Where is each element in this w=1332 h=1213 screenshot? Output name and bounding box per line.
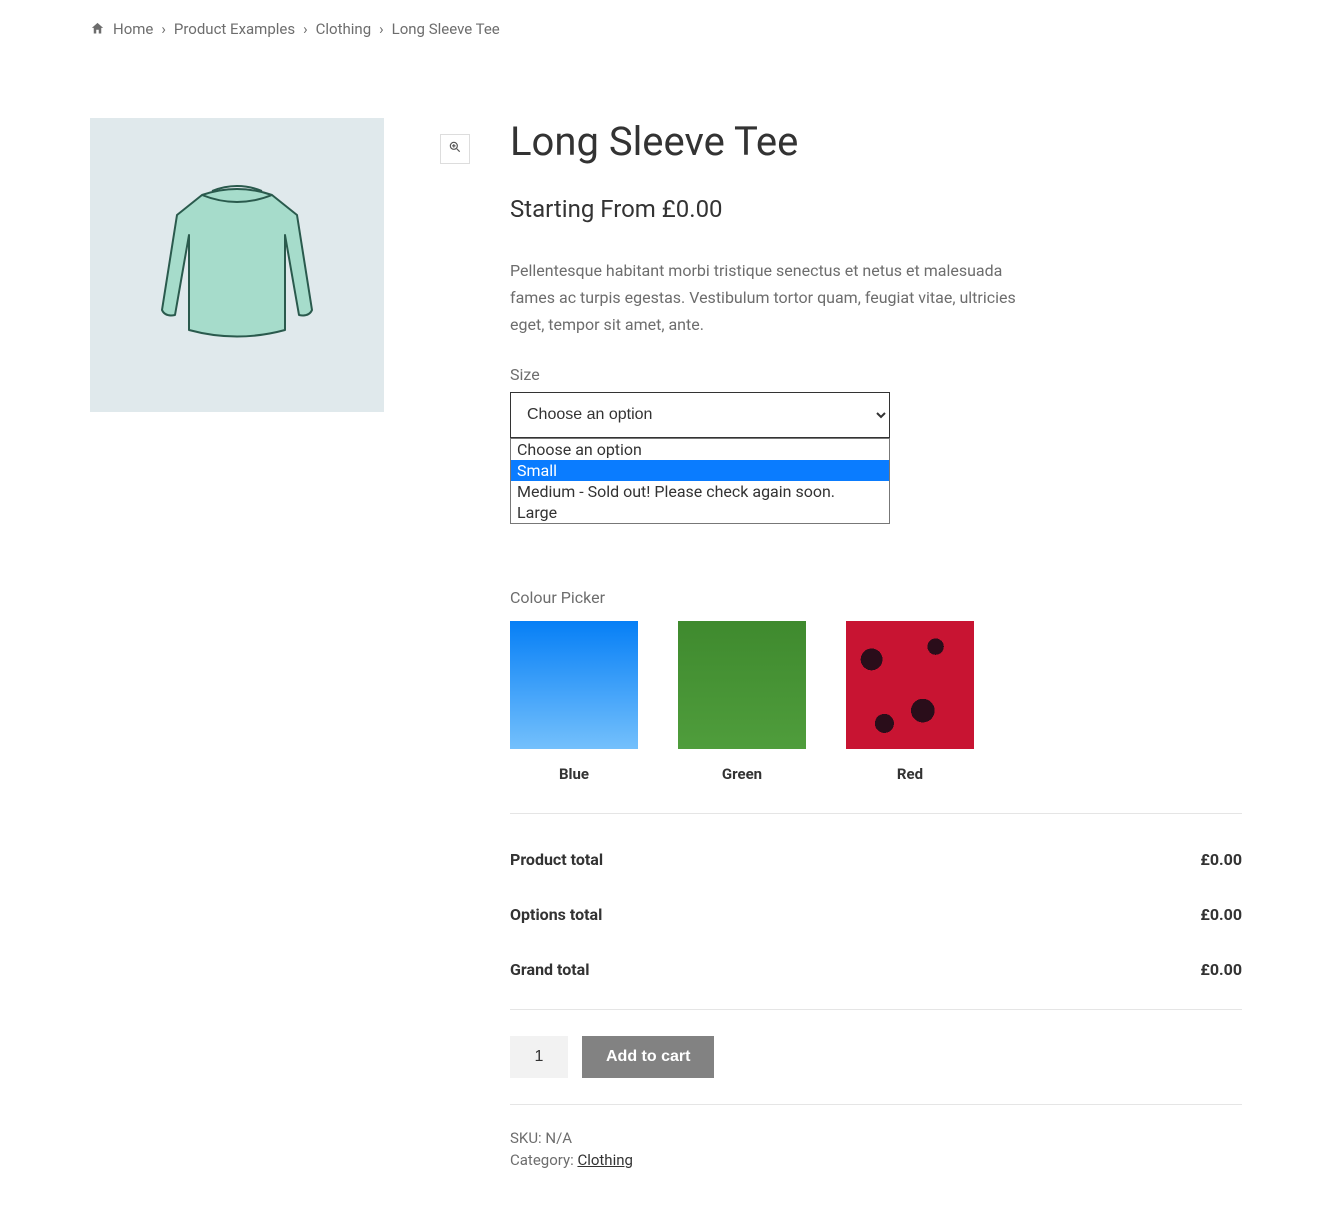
sku-label: SKU: <box>510 1129 545 1147</box>
zoom-button[interactable] <box>440 134 470 164</box>
product-summary: Long Sleeve Tee Starting From £0.00 Pell… <box>510 118 1242 1173</box>
breadcrumb-current: Long Sleeve Tee <box>392 20 500 38</box>
breadcrumb-clothing[interactable]: Clothing <box>316 20 372 38</box>
color-swatch-green[interactable]: Green <box>678 621 806 783</box>
swatch-green-label: Green <box>678 765 806 783</box>
size-dropdown-list: Choose an option Small Medium - Sold out… <box>510 438 890 524</box>
swatch-blue-label: Blue <box>510 765 638 783</box>
product-total-value: £0.00 <box>1200 850 1242 869</box>
size-option-medium[interactable]: Medium - Sold out! Please check again so… <box>511 481 889 502</box>
price-value: £0.00 <box>662 195 723 223</box>
product-description: Pellentesque habitant morbi tristique se… <box>510 257 1050 339</box>
price-prefix: Starting From <box>510 195 662 223</box>
grand-total-label: Grand total <box>510 960 589 979</box>
breadcrumb-sep: › <box>161 20 166 38</box>
quantity-input[interactable] <box>510 1036 568 1078</box>
swatch-green-image <box>678 621 806 749</box>
product-meta: SKU: N/A Category: Clothing <box>510 1104 1242 1169</box>
add-to-cart-button[interactable]: Add to cart <box>582 1036 714 1078</box>
breadcrumb-sep: › <box>303 20 308 38</box>
category-label: Category: <box>510 1151 577 1169</box>
swatch-red-label: Red <box>846 765 974 783</box>
options-total-value: £0.00 <box>1200 905 1242 924</box>
product-title: Long Sleeve Tee <box>510 118 1242 165</box>
size-select[interactable]: Choose an option <box>510 392 890 438</box>
add-to-cart-row: Add to cart <box>510 1009 1242 1078</box>
color-label: Colour Picker <box>510 588 1242 607</box>
options-total-label: Options total <box>510 905 602 924</box>
product-image[interactable] <box>90 118 384 412</box>
home-icon <box>90 20 105 38</box>
size-option-placeholder[interactable]: Choose an option <box>511 439 889 460</box>
swatch-red-image <box>846 621 974 749</box>
color-swatch-blue[interactable]: Blue <box>510 621 638 783</box>
size-label: Size <box>510 365 1242 384</box>
product-gallery <box>90 118 470 1173</box>
magnify-icon <box>448 140 462 158</box>
size-option-large[interactable]: Large <box>511 502 889 523</box>
size-option-small[interactable]: Small <box>511 460 889 481</box>
breadcrumb-examples[interactable]: Product Examples <box>174 20 295 38</box>
color-swatch-red[interactable]: Red <box>846 621 974 783</box>
grand-total-value: £0.00 <box>1200 960 1242 979</box>
breadcrumb-home[interactable]: Home <box>113 20 153 38</box>
sku-value: N/A <box>545 1129 572 1147</box>
category-link[interactable]: Clothing <box>577 1151 633 1169</box>
totals: Product total £0.00 Options total £0.00 … <box>510 813 1242 1009</box>
swatch-blue-image <box>510 621 638 749</box>
breadcrumb-sep: › <box>379 20 384 38</box>
product-price: Starting From £0.00 <box>510 195 1242 223</box>
product-total-label: Product total <box>510 850 603 869</box>
breadcrumb: Home › Product Examples › Clothing › Lon… <box>90 20 1242 38</box>
